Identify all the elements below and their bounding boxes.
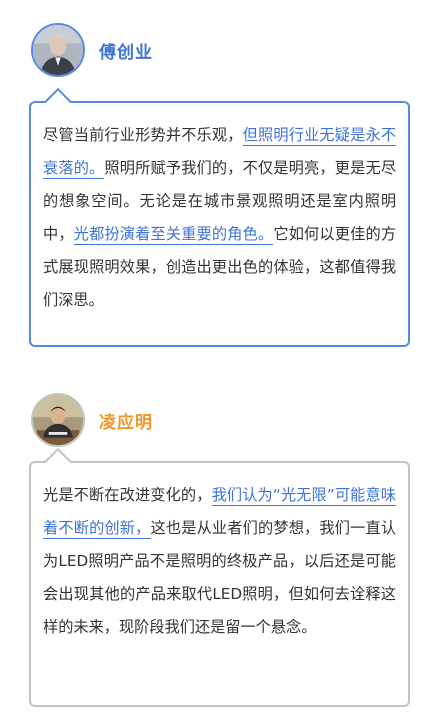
avatar[interactable] <box>31 393 85 447</box>
text-segment: 尽管当前行业形势并不乐观， <box>43 126 243 144</box>
quote-card-2: 光是不断在改进变化的，我们认为“光无限”可能意味着不断的创新，这也是从业者们的梦… <box>29 447 410 707</box>
avatar-portrait-icon <box>33 395 83 445</box>
quote-text: 尽管当前行业形势并不乐观，但照明行业无疑是永不衰落的。照明所赋予我们的，不仅是明… <box>43 119 396 317</box>
author-name: 傅创业 <box>99 42 153 63</box>
avatar[interactable] <box>31 23 85 77</box>
quote-card-1: 尽管当前行业形势并不乐观，但照明行业无疑是永不衰落的。照明所赋予我们的，不仅是明… <box>29 87 410 347</box>
author-header-1: 傅创业 <box>31 23 153 77</box>
text-segment: 光是不断在改进变化的， <box>43 486 212 504</box>
author-name: 凌应明 <box>99 412 153 433</box>
speech-notch <box>43 87 73 117</box>
avatar-portrait-icon <box>33 25 83 75</box>
author-header-2: 凌应明 <box>31 393 153 447</box>
highlight-segment: 光都扮演着至关重要的角色。 <box>73 225 274 245</box>
speech-notch <box>43 447 73 477</box>
quote-text: 光是不断在改进变化的，我们认为“光无限”可能意味着不断的创新，这也是从业者们的梦… <box>43 479 396 644</box>
